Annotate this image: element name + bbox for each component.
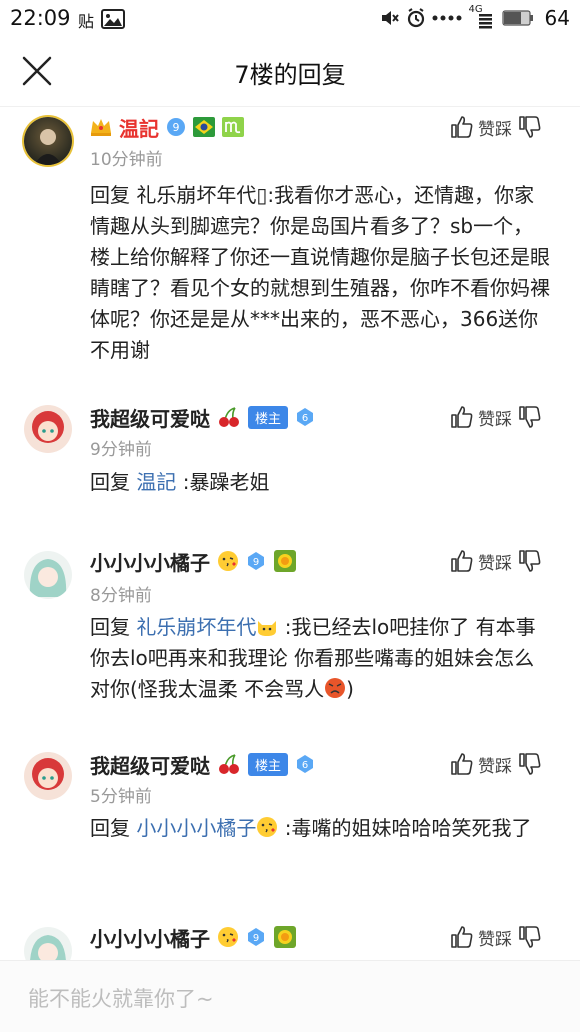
cherry-icon — [219, 754, 239, 774]
reply-time: 8分钟前 — [90, 586, 152, 606]
level-number: 9 — [173, 121, 180, 134]
reply-time: 5分钟前 — [90, 787, 152, 807]
sun-medal-icon — [274, 550, 296, 572]
reply-input-bar[interactable]: 能不能火就靠你了~ — [0, 960, 580, 1032]
thumbs-down-icon[interactable] — [518, 115, 542, 139]
thumbs-up-icon[interactable] — [450, 925, 474, 949]
thumbs-up-icon[interactable] — [450, 549, 474, 573]
username[interactable]: 小小小小橘子 — [90, 547, 210, 576]
reply-content: :毒嘴的姐妹哈哈哈笑死我了 — [278, 816, 532, 840]
level-number: 6 — [302, 760, 308, 771]
username[interactable]: 温記 — [119, 113, 159, 142]
username[interactable]: 我超级可爱哒 — [90, 750, 210, 779]
reply-text: 回复 小小小小橘子 :毒嘴的姐妹哈哈哈笑死我了 — [90, 813, 552, 844]
reply-input-placeholder[interactable]: 能不能火就靠你了~ — [28, 983, 214, 1013]
reply-target-link[interactable]: 小小小小橘子 — [136, 816, 256, 840]
avatar[interactable] — [24, 752, 72, 800]
vote-actions: 赞踩 — [450, 749, 542, 779]
reply-prefix: 回复 — [90, 816, 137, 840]
host-badge: 楼主 — [248, 405, 289, 429]
avatar[interactable] — [24, 405, 72, 453]
brazil-flag-icon — [193, 117, 215, 137]
level-number: 6 — [302, 413, 308, 424]
level-number: 9 — [253, 557, 259, 568]
status-bar: 22:09 贴 4G 64 — [0, 0, 580, 36]
level-icon: 6 — [297, 408, 314, 426]
thumbs-up-icon[interactable] — [450, 115, 474, 139]
avatar[interactable] — [24, 927, 72, 960]
reply-text: 回复 礼乐崩坏年代 :我已经去lo吧挂你了 有本事你去lo吧再来和我理论 你看那… — [90, 612, 552, 705]
virgo-icon — [222, 117, 244, 137]
crown-icon — [91, 119, 111, 136]
thumbs-down-icon[interactable] — [518, 925, 542, 949]
thumbs-down-icon[interactable] — [518, 405, 542, 429]
reply-target-link[interactable]: 礼乐崩坏年代 — [136, 615, 256, 639]
vote-label: 赞踩 — [478, 119, 512, 140]
reply-content-end: ) — [346, 677, 354, 701]
thumbs-up-icon[interactable] — [450, 405, 474, 429]
page-title: 7楼的回复 — [234, 61, 346, 89]
username[interactable]: 我超级可爱哒 — [90, 403, 210, 432]
image-icon — [101, 9, 125, 29]
vote-label: 赞踩 — [478, 409, 512, 430]
signal-icon: 4G — [469, 4, 495, 30]
reply-text: 回复 温記 :暴躁老姐 — [90, 467, 552, 498]
top-bar: 7楼的回复 — [0, 36, 580, 107]
thumbs-down-icon[interactable] — [518, 752, 542, 776]
vote-actions: 赞踩 — [450, 922, 542, 952]
reply-prefix: 回复 — [90, 615, 137, 639]
mute-icon — [381, 11, 399, 25]
user-info-row: 小小小小橘子 9 — [90, 546, 297, 576]
reply-prefix: 回复 — [90, 470, 137, 494]
level-icon: 6 — [297, 755, 314, 773]
battery-icon — [501, 10, 533, 26]
vote-label: 赞踩 — [478, 929, 512, 950]
thumbs-up-icon[interactable] — [450, 752, 474, 776]
reply-target-link[interactable]: 温記 — [136, 470, 176, 494]
user-info-row: 小小小小橘子 9 — [90, 922, 297, 952]
angry-emoji-icon — [325, 678, 346, 698]
status-time: 22:09 — [10, 6, 71, 30]
level-number: 9 — [253, 933, 259, 944]
vote-actions: 赞踩 — [450, 546, 542, 576]
avatar[interactable] — [24, 117, 72, 165]
dots-icon — [432, 15, 462, 21]
alarm-icon — [407, 8, 424, 28]
level-icon: 9 — [248, 928, 264, 946]
user-info-row: 温記 9 — [90, 112, 244, 142]
reply-content: :暴躁老姐 — [176, 470, 270, 494]
battery-percent: 64 — [544, 6, 570, 30]
thumbs-down-icon[interactable] — [518, 549, 542, 573]
user-info-row: 我超级可爱哒 楼主 6 — [90, 749, 315, 779]
vote-actions: 赞踩 — [450, 112, 542, 142]
level-icon: 9 — [248, 552, 264, 570]
avatar[interactable] — [24, 551, 72, 599]
vote-label: 赞踩 — [478, 553, 512, 574]
reply-list: 温記 9 10分钟前 赞踩 回复 礼乐崩坏年代▯:我看你才恶心，还情趣，你家情趣… — [0, 107, 580, 960]
kiss-emoji-icon — [257, 817, 278, 837]
sun-medal-icon — [274, 926, 296, 948]
vote-label: 赞踩 — [478, 756, 512, 777]
user-info-row: 我超级可爱哒 楼主 6 — [90, 402, 315, 432]
paste-indicator: 贴 — [78, 12, 95, 31]
username[interactable]: 小小小小橘子 — [90, 923, 210, 952]
cherry-icon — [219, 407, 239, 427]
reply-text: 回复 礼乐崩坏年代▯:我看你才恶心，还情趣，你家情趣从头到脚遮完？你是岛国片看多… — [90, 183, 550, 362]
kiss-emoji-icon — [218, 551, 238, 571]
cat-emoji-icon — [258, 621, 277, 636]
vip-level-icon: 9 — [167, 118, 185, 136]
kiss-emoji-icon — [218, 927, 238, 947]
vote-actions: 赞踩 — [450, 402, 542, 432]
reply-time: 9分钟前 — [90, 440, 152, 460]
host-badge: 楼主 — [248, 752, 289, 776]
reply-time: 10分钟前 — [90, 150, 163, 170]
